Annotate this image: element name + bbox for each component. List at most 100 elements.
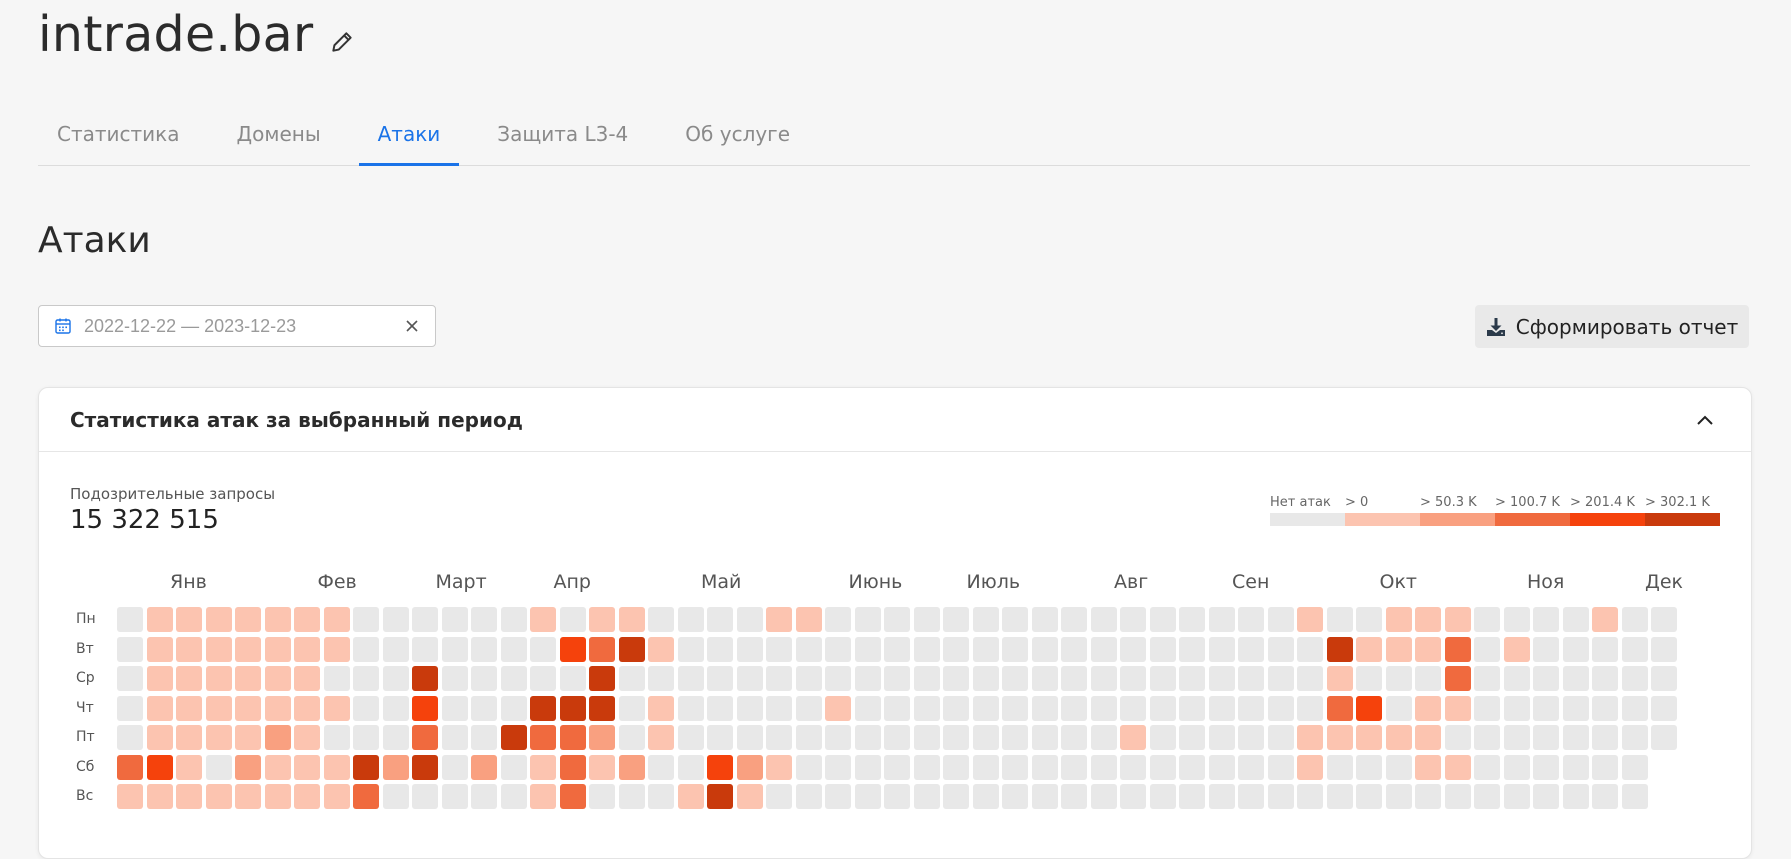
heatmap-cell[interactable] xyxy=(1120,636,1146,662)
heatmap-cell[interactable] xyxy=(648,725,674,750)
heatmap-cell[interactable] xyxy=(1562,666,1589,691)
heatmap-cell[interactable] xyxy=(1474,754,1500,780)
heatmap-cell[interactable] xyxy=(1002,607,1028,632)
heatmap-cell[interactable] xyxy=(1061,725,1087,750)
heatmap-cell[interactable] xyxy=(1061,607,1087,632)
heatmap-cell[interactable] xyxy=(1120,666,1146,691)
heatmap-cell[interactable] xyxy=(176,695,202,721)
heatmap-cell[interactable] xyxy=(1356,754,1382,780)
heatmap-cell[interactable] xyxy=(707,725,733,750)
heatmap-cell[interactable] xyxy=(1385,666,1412,691)
heatmap-cell[interactable] xyxy=(294,636,320,662)
heatmap-cell[interactable] xyxy=(913,695,940,721)
heatmap-cell[interactable] xyxy=(1297,695,1323,721)
heatmap-cell[interactable] xyxy=(1120,784,1146,809)
heatmap-cell[interactable] xyxy=(205,666,232,691)
heatmap-cell[interactable] xyxy=(1592,607,1618,632)
heatmap-cell[interactable] xyxy=(264,607,291,632)
heatmap-cell[interactable] xyxy=(1356,607,1382,632)
heatmap-cell[interactable] xyxy=(146,725,173,750)
heatmap-cell[interactable] xyxy=(884,754,910,780)
heatmap-cell[interactable] xyxy=(677,754,704,780)
heatmap-cell[interactable] xyxy=(1503,666,1530,691)
heatmap-cell[interactable] xyxy=(117,636,143,662)
heatmap-cell[interactable] xyxy=(323,666,350,691)
heatmap-cell[interactable] xyxy=(795,666,822,691)
heatmap-cell[interactable] xyxy=(1326,725,1353,750)
heatmap-cell[interactable] xyxy=(1415,607,1441,632)
heatmap-cell[interactable] xyxy=(1238,695,1264,721)
heatmap-cell[interactable] xyxy=(205,607,232,632)
heatmap-cell[interactable] xyxy=(1267,725,1294,750)
heatmap-cell[interactable] xyxy=(264,636,291,662)
heatmap-cell[interactable] xyxy=(677,725,704,750)
heatmap-cell[interactable] xyxy=(205,695,232,721)
heatmap-cell[interactable] xyxy=(648,695,674,721)
tab-l34-protection[interactable]: Защита L3-4 xyxy=(478,112,647,165)
heatmap-cell[interactable] xyxy=(323,636,350,662)
heatmap-cell[interactable] xyxy=(205,784,232,809)
heatmap-cell[interactable] xyxy=(117,607,143,632)
heatmap-cell[interactable] xyxy=(1503,784,1530,809)
heatmap-cell[interactable] xyxy=(1651,636,1677,662)
heatmap-cell[interactable] xyxy=(264,725,291,750)
heatmap-cell[interactable] xyxy=(1297,784,1323,809)
heatmap-cell[interactable] xyxy=(1356,666,1382,691)
heatmap-cell[interactable] xyxy=(707,784,733,809)
heatmap-cell[interactable] xyxy=(1592,784,1618,809)
heatmap-cell[interactable] xyxy=(913,607,940,632)
heatmap-cell[interactable] xyxy=(1002,754,1028,780)
heatmap-cell[interactable] xyxy=(323,784,350,809)
heatmap-cell[interactable] xyxy=(412,725,438,750)
heatmap-cell[interactable] xyxy=(648,754,674,780)
heatmap-cell[interactable] xyxy=(382,636,409,662)
heatmap-cell[interactable] xyxy=(1562,636,1589,662)
heatmap-cell[interactable] xyxy=(530,666,556,691)
heatmap-cell[interactable] xyxy=(1533,636,1559,662)
heatmap-cell[interactable] xyxy=(1415,784,1441,809)
heatmap-cell[interactable] xyxy=(382,725,409,750)
heatmap-cell[interactable] xyxy=(176,784,202,809)
heatmap-cell[interactable] xyxy=(471,754,497,780)
heatmap-cell[interactable] xyxy=(1562,754,1589,780)
heatmap-cell[interactable] xyxy=(589,636,615,662)
heatmap-cell[interactable] xyxy=(1385,695,1412,721)
heatmap-cell[interactable] xyxy=(1415,725,1441,750)
heatmap-cell[interactable] xyxy=(176,725,202,750)
heatmap-cell[interactable] xyxy=(1326,784,1353,809)
heatmap-cell[interactable] xyxy=(1090,754,1117,780)
date-range-value[interactable]: 2022-12-22 — 2023-12-23 xyxy=(84,316,403,337)
heatmap-cell[interactable] xyxy=(1267,784,1294,809)
heatmap-cell[interactable] xyxy=(1444,695,1471,721)
heatmap-cell[interactable] xyxy=(913,754,940,780)
heatmap-cell[interactable] xyxy=(913,725,940,750)
heatmap-cell[interactable] xyxy=(353,636,379,662)
heatmap-cell[interactable] xyxy=(736,784,763,809)
heatmap-cell[interactable] xyxy=(707,607,733,632)
heatmap-cell[interactable] xyxy=(1415,754,1441,780)
heatmap-cell[interactable] xyxy=(795,695,822,721)
heatmap-cell[interactable] xyxy=(1503,725,1530,750)
heatmap-cell[interactable] xyxy=(353,666,379,691)
heatmap-cell[interactable] xyxy=(707,695,733,721)
heatmap-cell[interactable] xyxy=(500,754,527,780)
tab-about-service[interactable]: Об услуге xyxy=(666,112,809,165)
heatmap-cell[interactable] xyxy=(1002,636,1028,662)
heatmap-cell[interactable] xyxy=(1090,784,1117,809)
heatmap-cell[interactable] xyxy=(1651,725,1677,750)
heatmap-cell[interactable] xyxy=(1326,695,1353,721)
heatmap-cell[interactable] xyxy=(1002,666,1028,691)
heatmap-cell[interactable] xyxy=(1415,695,1441,721)
heatmap-cell[interactable] xyxy=(500,725,527,750)
heatmap-cell[interactable] xyxy=(648,607,674,632)
heatmap-cell[interactable] xyxy=(441,666,468,691)
heatmap-cell[interactable] xyxy=(943,754,969,780)
heatmap-cell[interactable] xyxy=(1621,636,1648,662)
heatmap-cell[interactable] xyxy=(854,666,881,691)
heatmap-cell[interactable] xyxy=(972,754,999,780)
heatmap-cell[interactable] xyxy=(589,607,615,632)
heatmap-cell[interactable] xyxy=(943,695,969,721)
heatmap-cell[interactable] xyxy=(1592,636,1618,662)
heatmap-cell[interactable] xyxy=(943,607,969,632)
generate-report-button[interactable]: Сформировать отчет xyxy=(1475,305,1749,348)
